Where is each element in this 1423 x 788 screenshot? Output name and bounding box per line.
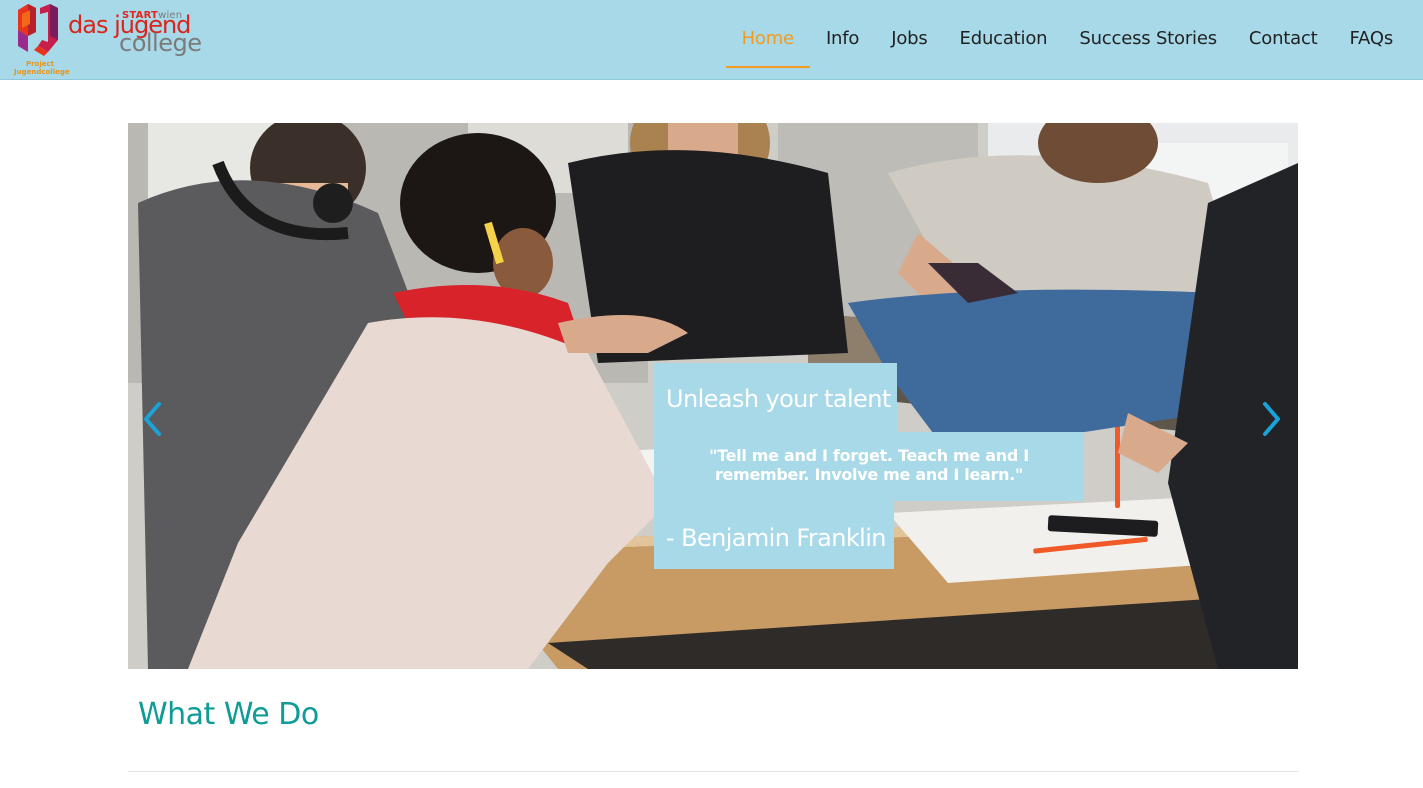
logo-line-2: college (119, 29, 202, 57)
section-divider (128, 771, 1298, 772)
chevron-right-icon (1263, 402, 1280, 436)
caption-title: Unleash your talent (654, 363, 897, 433)
main-nav: Home Info Jobs Education Success Stories… (725, 0, 1409, 80)
logo-subtitle: Project Jugendcollege (14, 60, 70, 76)
carousel-prev-button[interactable] (138, 401, 168, 437)
nav-success-stories[interactable]: Success Stories (1063, 0, 1233, 80)
nav-info[interactable]: Info (810, 0, 875, 80)
nav-contact[interactable]: Contact (1233, 0, 1334, 80)
nav-home[interactable]: Home (725, 0, 811, 80)
nav-faqs[interactable]: FAQs (1334, 0, 1409, 80)
nav-education[interactable]: Education (944, 0, 1064, 80)
chevron-left-icon (144, 402, 161, 436)
top-navbar: STARTwien das jugend college Project Jug… (0, 0, 1423, 80)
section-title-what-we-do: What We Do (138, 697, 319, 732)
nav-jobs[interactable]: Jobs (875, 0, 943, 80)
caption-author: - Benjamin Franklin (654, 501, 894, 569)
hero-carousel: Unleash your talent "Tell me and I forge… (128, 123, 1298, 669)
pj-logo-mark-icon (18, 4, 58, 56)
site-logo[interactable]: STARTwien das jugend college Project Jug… (12, 2, 212, 80)
carousel-next-button[interactable] (1256, 401, 1286, 437)
caption-quote: "Tell me and I forget. Teach me and I re… (654, 432, 1084, 501)
